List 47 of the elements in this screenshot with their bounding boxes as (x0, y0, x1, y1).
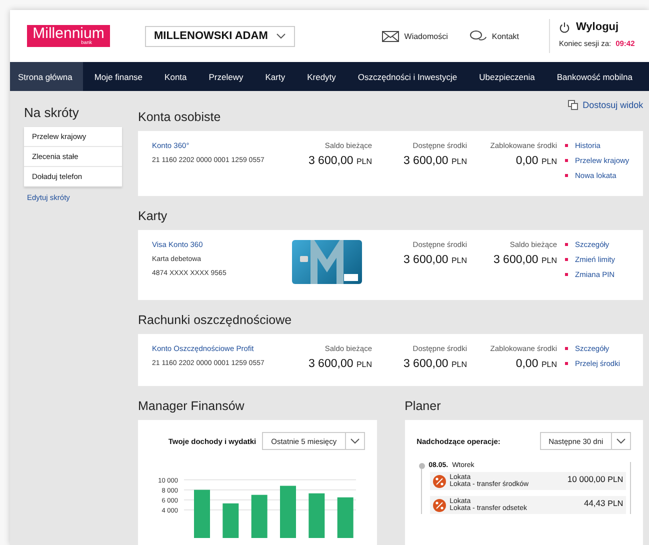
nav-tab[interactable]: Strona główna (10, 62, 84, 91)
nav-tab[interactable]: Oszczędności i Inwestycje (346, 62, 468, 91)
chart-bar (337, 497, 354, 538)
nav-tab[interactable]: Ubezpieczenia (468, 62, 546, 91)
timeline-dot (418, 462, 425, 468)
nav-tab[interactable]: Karty (254, 62, 296, 91)
amount-value: 3 600,00 PLN (308, 358, 372, 370)
amount-value: 3 600,00 PLN (403, 358, 467, 370)
section-title: Rachunki oszczędnościowe (138, 313, 293, 327)
operation-amount: 10 000,00 PLN (567, 474, 624, 484)
chart-bar (280, 486, 296, 538)
operation-amount: 44,43 PLN (584, 498, 624, 508)
envelope-icon (382, 30, 400, 42)
amount-value: 3 600,00 PLN (493, 254, 557, 266)
amount-value: 3 600,00 PLN (403, 155, 467, 167)
section-title: Manager Finansów (138, 399, 246, 413)
windows-icon (568, 100, 578, 110)
header-link[interactable]: Kontakt (470, 30, 519, 42)
user-select[interactable]: MILLENOWSKI ADAM (145, 26, 295, 46)
chart-bar (308, 493, 325, 538)
payment-card-image (292, 240, 362, 284)
chart-bar (222, 503, 239, 538)
shortcuts-title: Na skróty (24, 105, 80, 120)
amount-value: 3 600,00 PLN (403, 254, 467, 266)
amount-value: 0,00 PLN (516, 358, 557, 370)
chart-bar (251, 494, 268, 538)
customize-view-link[interactable]: Dostosuj widok (568, 100, 644, 110)
amount-value: 0,00 PLN (516, 155, 557, 167)
percent-icon (432, 498, 446, 512)
chevron-down-icon (616, 438, 626, 444)
nav-tab[interactable]: Konta (154, 62, 198, 91)
section-title: Planer (404, 399, 442, 413)
chat-bubbles-icon (470, 30, 487, 42)
power-icon (559, 22, 570, 32)
nav-tab[interactable]: Kredyty (296, 62, 347, 91)
chart-bar (194, 490, 210, 538)
nav-tab[interactable]: Przelewy (198, 62, 254, 91)
section-title: Karty (138, 209, 168, 223)
nav-tab[interactable]: Moje finanse (83, 62, 154, 91)
amount-value: 3 600,00 PLN (308, 155, 372, 167)
chevron-down-icon (276, 33, 286, 39)
chevron-down-icon (350, 438, 360, 444)
logout-button[interactable]: Wyloguj (559, 21, 649, 33)
percent-icon (432, 474, 446, 488)
nav-tab[interactable]: Bankowość mobilna (546, 62, 644, 91)
header-link[interactable]: Wiadomości (382, 30, 448, 42)
section-title: Konta osobiste (138, 110, 222, 124)
